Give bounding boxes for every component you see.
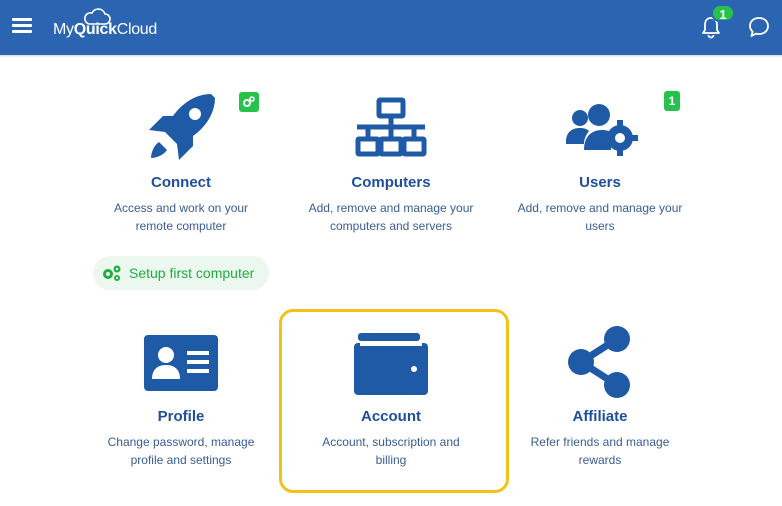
tile-description: Change password, manage profile and sett… bbox=[107, 435, 255, 467]
logo-text: MyQuickCloud bbox=[53, 21, 158, 38]
tile-description: Add, remove and manage your users bbox=[517, 201, 683, 233]
tile-title: Connect bbox=[151, 174, 211, 191]
account-highlight-frame bbox=[279, 309, 509, 493]
setup-button-label: Setup first computer bbox=[129, 265, 255, 281]
chat-icon[interactable] bbox=[747, 15, 771, 39]
tile-description: Access and work on your remote computer bbox=[113, 201, 249, 233]
setup-first-computer-button[interactable]: Setup first computer bbox=[93, 256, 269, 290]
top-navigation-bar: MyQuickCloud 1 bbox=[0, 0, 782, 55]
users-count-badge: 1 bbox=[664, 91, 680, 111]
header-shadow bbox=[0, 55, 782, 58]
gears-icon bbox=[243, 96, 255, 107]
tile-title: Computers bbox=[351, 174, 431, 191]
tile-profile[interactable]: Profile Change password, manage profile … bbox=[71, 322, 291, 469]
gears-icon bbox=[103, 265, 121, 281]
connect-gears-badge bbox=[239, 92, 259, 112]
menu-icon[interactable] bbox=[12, 18, 32, 34]
id-card-icon bbox=[71, 322, 291, 402]
share-icon bbox=[490, 322, 710, 402]
tile-title: Users bbox=[579, 174, 621, 191]
tile-computers[interactable]: Computers Add, remove and manage your co… bbox=[281, 88, 501, 235]
tile-description: Refer friends and manage rewards bbox=[530, 435, 670, 467]
tile-affiliate[interactable]: Affiliate Refer friends and manage rewar… bbox=[490, 322, 710, 469]
tile-title: Affiliate bbox=[572, 408, 628, 425]
notification-count-badge: 1 bbox=[711, 4, 735, 22]
network-icon bbox=[281, 88, 501, 168]
tile-description: Add, remove and manage your computers an… bbox=[308, 201, 474, 233]
tile-title: Profile bbox=[157, 408, 205, 425]
